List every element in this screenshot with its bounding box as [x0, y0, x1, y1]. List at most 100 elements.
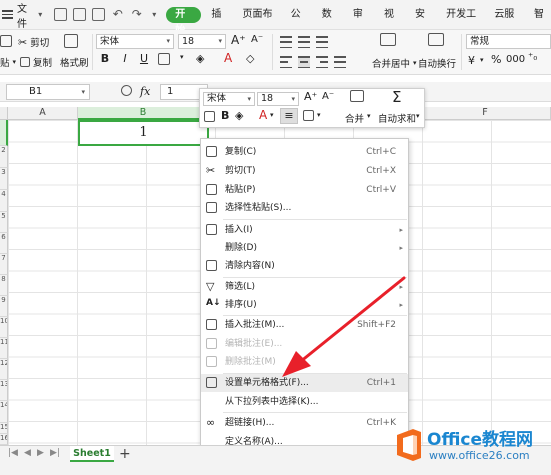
paste-label-button[interactable]: 贴 ▾ — [0, 55, 16, 69]
copy-button[interactable]: 复制 — [20, 55, 52, 69]
wrap-text-button[interactable]: 自动换行 — [418, 56, 456, 70]
menu-item-format-cells[interactable]: 设置单元格格式(F)... Ctrl+1 — [201, 374, 408, 392]
last-sheet-icon[interactable]: ▶| — [50, 448, 60, 458]
row-header[interactable]: 9 — [0, 296, 8, 317]
decrease-font-icon[interactable]: A⁻ — [322, 91, 334, 102]
font-size-select[interactable]: 18 ▾ — [178, 34, 226, 49]
row-header[interactable]: 5 — [0, 212, 8, 233]
tab-view[interactable]: 视图 — [377, 0, 408, 50]
column-header-a[interactable]: A — [8, 107, 78, 120]
tab-smart[interactable]: 智 — [527, 0, 551, 30]
mini-font-name-select[interactable]: 宋体 ▾ — [203, 92, 255, 106]
undo-icon[interactable]: ↶ — [111, 8, 124, 21]
merge-center-icon[interactable] — [380, 33, 396, 46]
row-header[interactable]: 6 — [0, 233, 8, 254]
align-center-icon[interactable] — [298, 56, 310, 68]
menu-item-insert-comment[interactable]: 插入批注(M)... Shift+F2 — [201, 316, 408, 334]
print-preview-icon[interactable] — [92, 8, 106, 21]
increase-decimal-icon[interactable]: ⁺₀ — [528, 52, 537, 63]
menu-item-insert[interactable]: 插入(I) ▸ — [201, 221, 408, 239]
clear-format-icon[interactable]: ◇ — [246, 52, 254, 65]
column-header-b[interactable]: B — [78, 107, 209, 120]
underline-icon[interactable]: U — [137, 52, 151, 65]
font-color-icon[interactable]: A — [224, 51, 232, 65]
row-header[interactable]: 7 — [0, 254, 8, 275]
print-icon[interactable] — [73, 8, 87, 21]
tab-review[interactable]: 审阅 — [346, 0, 377, 50]
align-justify-icon[interactable] — [334, 56, 346, 68]
sheet-tab-sheet1[interactable]: Sheet1 — [70, 446, 114, 462]
row-header-1[interactable] — [0, 120, 8, 146]
merge-icon[interactable] — [350, 90, 364, 105]
row-header[interactable]: 8 — [0, 275, 8, 296]
italic-icon[interactable]: I — [118, 52, 132, 65]
paste-button[interactable] — [0, 35, 12, 47]
save-icon[interactable] — [54, 8, 68, 21]
tab-security[interactable]: 安全 — [408, 0, 439, 50]
align-bottom-icon[interactable] — [316, 36, 328, 48]
merge-button[interactable]: 合并 — [345, 111, 364, 125]
row-header[interactable]: 12 — [0, 359, 8, 380]
menu-item-delete[interactable]: 删除(D) ▸ — [201, 239, 408, 257]
chevron-down-icon[interactable]: ▾ — [38, 10, 42, 19]
decrease-font-icon[interactable]: A⁻ — [251, 34, 263, 45]
menu-item-hyperlink[interactable]: ∞ 超链接(H)... Ctrl+K — [201, 414, 408, 432]
cut-button[interactable]: ✂ 剪切 — [18, 35, 49, 50]
menu-item-paste-special[interactable]: 选择性粘贴(S)... — [201, 199, 408, 217]
next-sheet-icon[interactable]: ▶ — [37, 448, 44, 458]
tab-insert[interactable]: 插入 — [204, 0, 235, 50]
format-painter-button[interactable]: 格式刷 — [60, 55, 89, 69]
menu-item-filter[interactable]: ▽ 筛选(L) ▸ — [201, 278, 408, 296]
align-right-icon[interactable] — [316, 56, 328, 68]
chevron-down-icon[interactable]: ▾ — [367, 112, 371, 120]
border-icon[interactable] — [158, 53, 170, 65]
bold-icon[interactable]: B — [221, 109, 229, 122]
add-sheet-button[interactable]: + — [119, 446, 131, 462]
tab-page-layout[interactable]: 页面布局 — [235, 0, 283, 50]
chevron-down-icon[interactable]: ▾ — [416, 112, 420, 120]
bold-icon[interactable]: B — [98, 52, 112, 65]
tab-developer[interactable]: 开发工具 — [439, 0, 487, 50]
fx-label[interactable]: fx — [140, 85, 150, 98]
column-header-f[interactable]: F — [420, 107, 551, 120]
hamburger-icon[interactable] — [2, 10, 13, 19]
tab-home[interactable]: 开始 — [166, 6, 202, 36]
row-header[interactable]: 3 — [0, 168, 8, 190]
increase-font-icon[interactable]: A⁺ — [304, 90, 317, 103]
menu-item-copy[interactable]: 复制(C) Ctrl+C — [201, 143, 408, 161]
currency-icon[interactable]: ¥ — [468, 54, 475, 67]
thousands-separator-button[interactable]: 000 — [506, 54, 525, 65]
name-box[interactable]: B1 ▾ — [6, 84, 90, 100]
row-header[interactable]: 10 — [0, 317, 8, 338]
font-name-select[interactable]: 宋体 ▾ — [96, 34, 174, 49]
menu-item-pick-from-list[interactable]: 从下拉列表中选择(K)... — [201, 393, 408, 411]
row-header[interactable]: 14 — [0, 401, 8, 423]
chevron-down-icon[interactable]: ▾ — [270, 111, 274, 119]
chevron-down-icon[interactable]: ▾ — [152, 10, 156, 19]
row-header[interactable]: 13 — [0, 380, 8, 401]
menu-item-sort[interactable]: A↓ 排序(U) ▸ — [201, 296, 408, 314]
tab-data[interactable]: 数据 — [315, 0, 346, 50]
increase-font-icon[interactable]: A⁺ — [231, 33, 246, 47]
font-color-icon[interactable]: A — [259, 108, 267, 122]
row-header[interactable]: 15 — [0, 423, 8, 434]
chevron-down-icon[interactable]: ▾ — [480, 56, 484, 64]
number-format-select[interactable]: 常规 — [466, 34, 551, 49]
select-all-corner[interactable] — [0, 107, 8, 120]
autosum-button[interactable]: 自动求和 — [378, 111, 416, 125]
format-painter-icon-button[interactable] — [64, 34, 78, 48]
menu-item-cut[interactable]: ✂ 剪切(T) Ctrl+X — [201, 162, 408, 180]
first-sheet-icon[interactable]: |◀ — [8, 448, 18, 458]
file-menu[interactable]: 文件 — [17, 0, 35, 30]
row-header[interactable]: 11 — [0, 338, 8, 359]
menu-item-paste[interactable]: 粘贴(P) Ctrl+V — [201, 181, 408, 199]
border-icon[interactable] — [303, 110, 314, 124]
redo-icon[interactable]: ↷ — [130, 8, 143, 21]
menu-item-clear-contents[interactable]: 清除内容(N) — [201, 257, 408, 275]
percent-button[interactable]: % — [491, 53, 501, 66]
zoom-icon[interactable] — [121, 85, 132, 96]
align-left-icon[interactable] — [280, 56, 292, 68]
mini-font-size-select[interactable]: 18 ▾ — [257, 92, 299, 106]
row-header[interactable]: 16 — [0, 434, 8, 445]
align-middle-icon[interactable] — [298, 36, 310, 48]
